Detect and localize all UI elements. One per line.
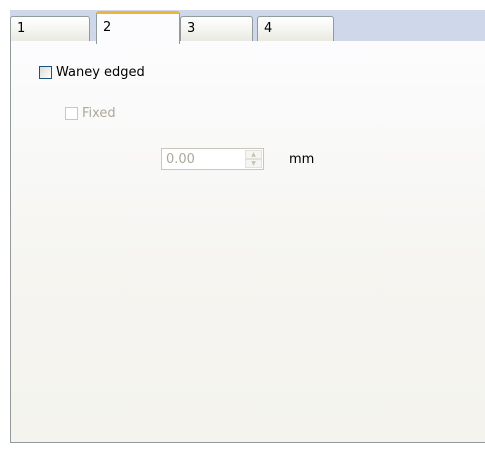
tab-1[interactable]: 1 (10, 16, 90, 42)
waney-size-spinner: 0.00 ▲ ▼ (161, 148, 264, 170)
spinner-buttons: ▲ ▼ (245, 150, 262, 168)
waney-edged-label: Waney edged (56, 65, 145, 80)
tab-4[interactable]: 4 (257, 16, 334, 42)
waney-edged-option[interactable]: Waney edged (39, 65, 145, 80)
fixed-option: Fixed (65, 106, 116, 121)
tab-3[interactable]: 3 (180, 16, 253, 42)
dialog-tab-control: 1 2 3 4 Waney edged Fixed 0.00 ▲ ▼ mm (0, 0, 485, 456)
tab-3-label: 3 (187, 21, 196, 36)
fixed-checkbox (65, 107, 78, 120)
unit-label: mm (289, 152, 315, 167)
tab-4-label: 4 (264, 21, 273, 36)
tab-2[interactable]: 2 (96, 11, 180, 44)
fixed-label: Fixed (82, 106, 116, 121)
spinner-value: 0.00 (166, 152, 195, 167)
spin-up-arrow-icon: ▲ (245, 150, 262, 159)
tab-strip: 1 2 3 4 (10, 10, 485, 44)
tab-page-2: Waney edged Fixed 0.00 ▲ ▼ mm (10, 41, 485, 443)
tab-1-label: 1 (17, 21, 26, 36)
tab-2-label: 2 (103, 20, 112, 35)
waney-edged-checkbox[interactable] (39, 66, 52, 79)
spin-down-arrow-icon: ▼ (245, 159, 262, 168)
